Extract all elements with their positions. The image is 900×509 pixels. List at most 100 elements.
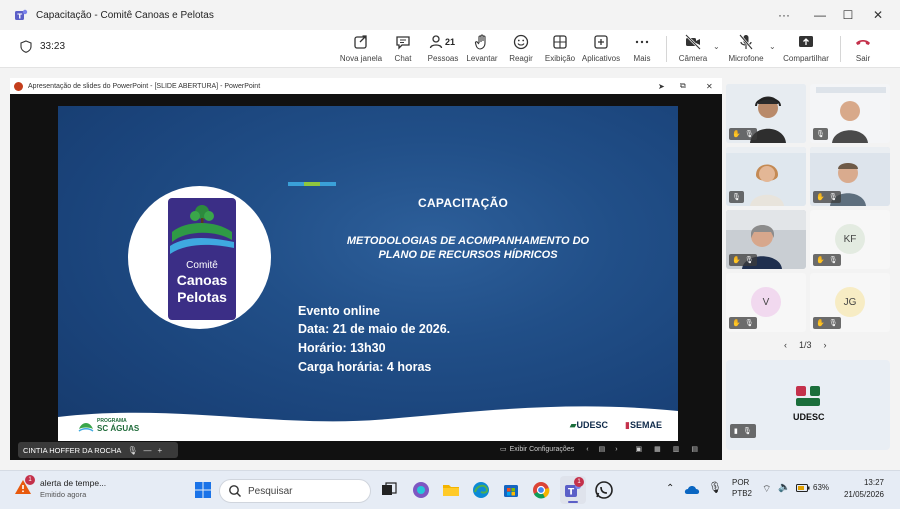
slide-info-line: Carga horária: 4 horas bbox=[298, 360, 432, 374]
new-window-button[interactable]: Nova janela bbox=[340, 32, 382, 66]
edge-browser-icon[interactable] bbox=[471, 480, 491, 500]
clock-date: 21/05/2026 bbox=[843, 490, 884, 499]
search-icon bbox=[229, 485, 241, 497]
semae-text: SEMAE bbox=[629, 420, 662, 430]
leave-button[interactable]: Sair bbox=[850, 32, 876, 66]
apps-button[interactable]: Aplicativos bbox=[582, 32, 620, 66]
chrome-icon[interactable] bbox=[531, 480, 551, 500]
participant-status: ✋ 🎙 bbox=[813, 317, 841, 329]
powerpoint-title-bar: Apresentação de slides do PowerPoint - [… bbox=[10, 78, 722, 94]
store-icon[interactable] bbox=[501, 480, 521, 500]
battery-indicator[interactable]: 63% bbox=[796, 483, 829, 492]
tray-expand-icon[interactable]: ⌃ bbox=[666, 483, 674, 494]
view-button[interactable]: Exibição bbox=[544, 32, 576, 66]
participant-avatar: JG bbox=[835, 287, 865, 317]
mic-off-icon: 🎙 bbox=[744, 320, 754, 327]
window-close-button[interactable]: ✕ bbox=[860, 0, 896, 30]
participant-status: ✋ 🎙 bbox=[729, 128, 757, 140]
people-count: 21 bbox=[445, 37, 456, 47]
view-label: Exibição bbox=[544, 54, 576, 63]
participant-tile[interactable]: KF ✋ 🎙 bbox=[810, 210, 890, 269]
camera-options-chevron-icon[interactable]: ⌄ bbox=[713, 42, 720, 51]
display-settings-button[interactable]: Exibir Configurações bbox=[510, 446, 575, 453]
language-bottom: PTB2 bbox=[732, 489, 753, 498]
slide-subtitle: METODOLOGIAS DE ACOMPANHAMENTO DO PLANO … bbox=[303, 234, 633, 262]
teams-badge: 1 bbox=[574, 477, 584, 487]
participant-tile[interactable]: JG ✋ 🎙 bbox=[810, 273, 890, 332]
normal-view-icon[interactable]: ▣ bbox=[636, 445, 643, 453]
camera-button[interactable]: Câmera bbox=[676, 32, 710, 66]
taskbar-search[interactable]: Pesquisar bbox=[219, 479, 371, 503]
react-label: Reagir bbox=[509, 54, 533, 63]
microphone-button[interactable]: Microfone bbox=[726, 32, 766, 66]
pager-next-icon[interactable]: › bbox=[824, 340, 827, 350]
participant-tile[interactable]: ✋ 🎙 bbox=[726, 84, 806, 143]
people-icon bbox=[429, 35, 443, 49]
more-icon: ··· bbox=[778, 8, 790, 22]
slideshow-view-icon[interactable]: ▤ bbox=[691, 445, 698, 453]
share-button[interactable]: Compartilhar bbox=[782, 32, 830, 66]
participant-tile[interactable]: ✋ 🎙 bbox=[810, 147, 890, 206]
teams-taskbar-button[interactable]: T 1 bbox=[560, 476, 586, 504]
wifi-icon[interactable]: ⌔ bbox=[762, 483, 771, 496]
chat-label: Chat bbox=[394, 54, 412, 63]
camera-off-icon bbox=[685, 34, 701, 50]
react-button[interactable]: Reagir bbox=[508, 32, 534, 66]
notification-title: alerta de tempe... bbox=[40, 478, 107, 488]
windows-start-icon[interactable] bbox=[193, 480, 213, 500]
participant-tile[interactable]: 🎙 bbox=[726, 147, 806, 206]
chat-button[interactable]: Chat bbox=[390, 32, 416, 66]
participant-tile[interactable]: V ✋ 🎙 bbox=[726, 273, 806, 332]
new-window-label: Nova janela bbox=[339, 54, 383, 63]
slide-grid-icon[interactable]: ▤ bbox=[599, 445, 606, 453]
participant-status: ✋ 🎙 bbox=[729, 254, 757, 266]
task-view-icon[interactable] bbox=[379, 480, 399, 500]
language-indicator[interactable]: POR PTB2 bbox=[732, 477, 752, 499]
svg-text:T: T bbox=[568, 488, 575, 498]
hand-icon: ✋ bbox=[732, 257, 741, 264]
mic-options-chevron-icon[interactable]: ⌄ bbox=[769, 42, 776, 51]
next-slide-icon[interactable]: › bbox=[615, 446, 617, 453]
active-indicator bbox=[568, 501, 578, 503]
logo-text-line1: Comitê bbox=[186, 260, 218, 271]
weather-alert-widget[interactable]: 1 alerta de tempe... Emitido agora bbox=[14, 475, 107, 499]
share-screen-icon bbox=[799, 36, 813, 47]
minimize-icon[interactable]: — bbox=[144, 446, 152, 455]
mic-muted-tray-icon[interactable]: 🎙 bbox=[708, 481, 722, 494]
apps-label: Aplicativos bbox=[581, 54, 621, 63]
sorter-view-icon[interactable]: ▦ bbox=[654, 445, 661, 453]
battery-icon bbox=[796, 483, 810, 492]
volume-icon[interactable]: 🔈 bbox=[778, 482, 790, 493]
participant-tile[interactable]: 🎙 bbox=[810, 84, 890, 143]
logo-text-line2: Canoas bbox=[176, 272, 228, 288]
mic-off-icon: 🎙 bbox=[828, 257, 838, 264]
hand-icon: ✋ bbox=[732, 320, 741, 327]
hand-icon: ✋ bbox=[816, 257, 825, 264]
raise-hand-button[interactable]: Levantar bbox=[466, 32, 498, 66]
battery-percent: 63% bbox=[813, 483, 830, 492]
whatsapp-icon[interactable] bbox=[594, 480, 614, 500]
plus-icon[interactable]: + bbox=[158, 446, 163, 455]
pager-prev-icon[interactable]: ‹ bbox=[784, 340, 787, 350]
clock-time: 13:27 bbox=[863, 478, 884, 487]
self-video-tile[interactable]: UDESC ▮ 🎙 bbox=[726, 360, 890, 450]
window-more-button[interactable]: ··· bbox=[766, 0, 802, 30]
ppt-restore-icon[interactable]: ⧉ bbox=[680, 81, 686, 91]
raise-label: Levantar bbox=[466, 54, 498, 63]
ppt-close-icon[interactable]: ✕ bbox=[706, 82, 713, 91]
teams-app-icon: T bbox=[15, 9, 28, 20]
sc-aguas-icon bbox=[78, 422, 94, 432]
onedrive-icon[interactable] bbox=[684, 483, 700, 497]
copilot-icon[interactable] bbox=[411, 480, 431, 500]
participant-tile[interactable]: ✋ 🎙 bbox=[726, 210, 806, 269]
more-button[interactable]: Mais bbox=[630, 32, 654, 66]
programa-sc-aguas-logo: PROGRAMA SC ÁGUAS bbox=[78, 418, 139, 433]
clock[interactable]: 13:27 21/05/2026 bbox=[840, 477, 884, 501]
file-explorer-icon[interactable] bbox=[441, 480, 461, 500]
prev-slide-icon[interactable]: ‹ bbox=[586, 446, 588, 453]
reading-view-icon[interactable]: ▥ bbox=[673, 445, 680, 453]
hand-icon: ✋ bbox=[816, 320, 825, 327]
mic-off-icon: 🎙 bbox=[744, 131, 754, 138]
hand-icon: ✋ bbox=[816, 194, 825, 201]
participant-status: ✋ 🎙 bbox=[729, 317, 757, 329]
